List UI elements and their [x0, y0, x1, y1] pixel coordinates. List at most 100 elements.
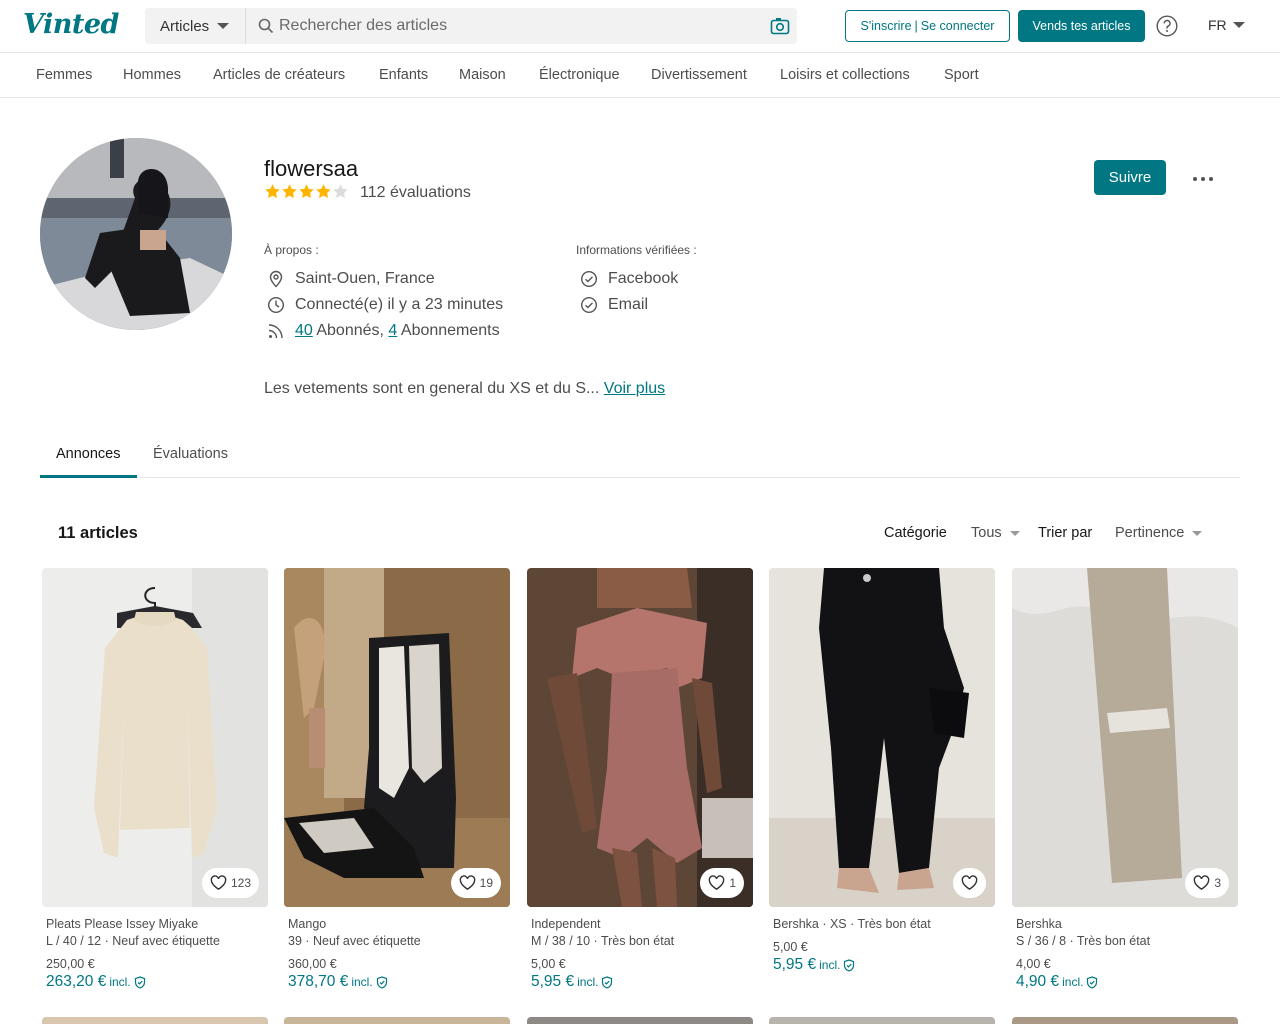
language-selector[interactable]: FR [1208, 17, 1245, 33]
nav-item-electronique[interactable]: Électronique [539, 67, 620, 83]
item-total-value: 5,95 € [773, 956, 817, 973]
item-photo[interactable]: 19 [284, 568, 510, 907]
nav-item-hommes[interactable]: Hommes [123, 67, 181, 83]
sort-select[interactable]: Pertinence [1115, 525, 1203, 541]
camera-search-icon[interactable] [770, 17, 790, 35]
dot-icon [1209, 177, 1213, 181]
item-brand: Bershka · XS · Très bon état [773, 917, 931, 931]
item-card-partial[interactable] [769, 1017, 995, 1024]
chevron-down-icon [1009, 530, 1020, 536]
language-label: FR [1208, 17, 1227, 33]
verified-facebook-row: Facebook [580, 270, 678, 288]
item-total-price[interactable]: 5,95 € incl. [773, 956, 995, 974]
sell-items-button[interactable]: Vends tes articles [1018, 10, 1145, 42]
items-count: 11 articles [58, 524, 138, 542]
help-icon[interactable] [1156, 15, 1178, 37]
favorite-button[interactable]: 123 [201, 868, 259, 898]
evaluations-count[interactable]: 112 évaluations [360, 184, 471, 202]
verified-facebook-text: Facebook [608, 270, 679, 287]
about-label: À propos : [264, 243, 319, 257]
follow-button[interactable]: Suivre [1094, 160, 1166, 195]
item-size-condition: L / 40 / 12 · Neuf avec étiquette [46, 934, 220, 948]
nav-item-loisirs[interactable]: Loisirs et collections [780, 67, 910, 83]
item-card[interactable]: 1 Independent M / 38 / 10 · Très bon éta… [527, 568, 753, 991]
item-incl-label: incl. [819, 958, 841, 972]
shield-check-icon [844, 958, 855, 972]
followers-count[interactable]: 40 [295, 322, 313, 340]
profile-username: flowersaa [264, 156, 359, 181]
search-input[interactable] [279, 8, 759, 44]
location-pin-icon [269, 270, 283, 288]
nav-item-enfants[interactable]: Enfants [379, 67, 428, 83]
category-filter-value: Tous [971, 525, 1002, 541]
item-price: 4,00 € [1016, 957, 1051, 971]
chevron-down-icon [1192, 530, 1203, 536]
followers-row: 40 Abonnés, 4 Abonnements [267, 322, 500, 340]
item-photo[interactable]: 1 [527, 568, 753, 907]
item-total-price[interactable]: 263,20 € incl. [46, 973, 268, 991]
followers-label: Abonnés, [312, 322, 389, 339]
more-options-button[interactable] [1188, 168, 1218, 190]
profile-avatar [40, 138, 232, 330]
heart-icon [459, 875, 475, 890]
item-card[interactable]: 123 Pleats Please Issey Miyake L / 40 / … [42, 568, 268, 991]
heart-icon [210, 875, 227, 890]
nav-item-femmes[interactable]: Femmes [36, 67, 92, 83]
rating-stars[interactable] [264, 183, 349, 200]
item-incl-label: incl. [351, 975, 373, 989]
favorite-button[interactable]: 3 [1185, 868, 1229, 898]
favorite-count: 123 [230, 876, 251, 890]
vinted-logo[interactable]: Vinted [23, 9, 119, 40]
category-nav: Femmes Hommes Articles de créateurs Enfa… [0, 53, 1280, 98]
item-card-partial[interactable] [1012, 1017, 1238, 1024]
verified-info-label: Informations vérifiées : [576, 243, 697, 257]
item-brand: Mango [288, 917, 327, 931]
bio-see-more-link[interactable]: Voir plus [604, 380, 665, 397]
nav-item-createurs[interactable]: Articles de créateurs [213, 67, 345, 83]
category-filter-select[interactable]: Tous [971, 525, 1020, 541]
item-card-partial[interactable] [284, 1017, 510, 1024]
search-category-select[interactable]: Articles [145, 8, 246, 44]
item-card-partial[interactable] [42, 1017, 268, 1024]
tab-evaluations[interactable]: Évaluations [153, 446, 228, 462]
item-total-price[interactable]: 4,90 € incl. [1016, 973, 1238, 991]
nav-item-maison[interactable]: Maison [459, 67, 506, 83]
chevron-down-icon [217, 23, 230, 29]
item-photo[interactable] [769, 568, 995, 907]
item-price: 360,00 € [288, 957, 337, 971]
following-count[interactable]: 4 [388, 322, 397, 340]
item-card[interactable]: 19 Mango 39 · Neuf avec étiquette 360,00… [284, 568, 510, 991]
following-label: Abonnements [397, 322, 500, 339]
search-category-label: Articles [160, 17, 210, 35]
profile-tabs: Annonces Évaluations [40, 432, 1240, 478]
item-price: 5,00 € [773, 940, 808, 954]
item-photo[interactable]: 3 [1012, 568, 1238, 907]
heart-icon [1194, 875, 1210, 890]
nav-item-sport[interactable]: Sport [944, 67, 979, 83]
dot-icon [1193, 177, 1197, 181]
star-full-icon [282, 184, 297, 198]
favorite-button[interactable]: 19 [450, 868, 501, 898]
sort-label: Trier par [1038, 525, 1093, 541]
item-total-price[interactable]: 378,70 € incl. [288, 973, 510, 991]
item-size-condition: M / 38 / 10 · Très bon état [531, 934, 675, 948]
rss-icon [268, 324, 283, 339]
active-tab-indicator [40, 475, 137, 478]
login-link[interactable]: Se connecter [921, 19, 995, 33]
item-card-partial[interactable] [527, 1017, 753, 1024]
item-photo[interactable]: 123 [42, 568, 268, 907]
nav-item-divertissement[interactable]: Divertissement [651, 67, 747, 83]
shield-check-icon [134, 975, 145, 989]
check-circle-icon [580, 296, 598, 314]
top-header: Vinted Articles S'inscrire|Se connecter … [0, 0, 1280, 53]
item-card[interactable]: Bershka · XS · Très bon état 5,00 € 5,95… [769, 568, 995, 974]
check-circle-icon [580, 270, 598, 288]
item-total-price[interactable]: 5,95 € incl. [531, 973, 753, 991]
favorite-button[interactable]: 1 [700, 868, 744, 898]
item-card[interactable]: 3 Bershka S / 36 / 8 · Très bon état 4,0… [1012, 568, 1238, 991]
dot-icon [1201, 177, 1205, 181]
signup-login-button[interactable]: S'inscrire | Se connecter [845, 10, 1010, 42]
favorite-button[interactable] [953, 868, 986, 898]
signup-link[interactable]: S'inscrire [861, 19, 912, 33]
tab-annonces[interactable]: Annonces [56, 446, 121, 462]
